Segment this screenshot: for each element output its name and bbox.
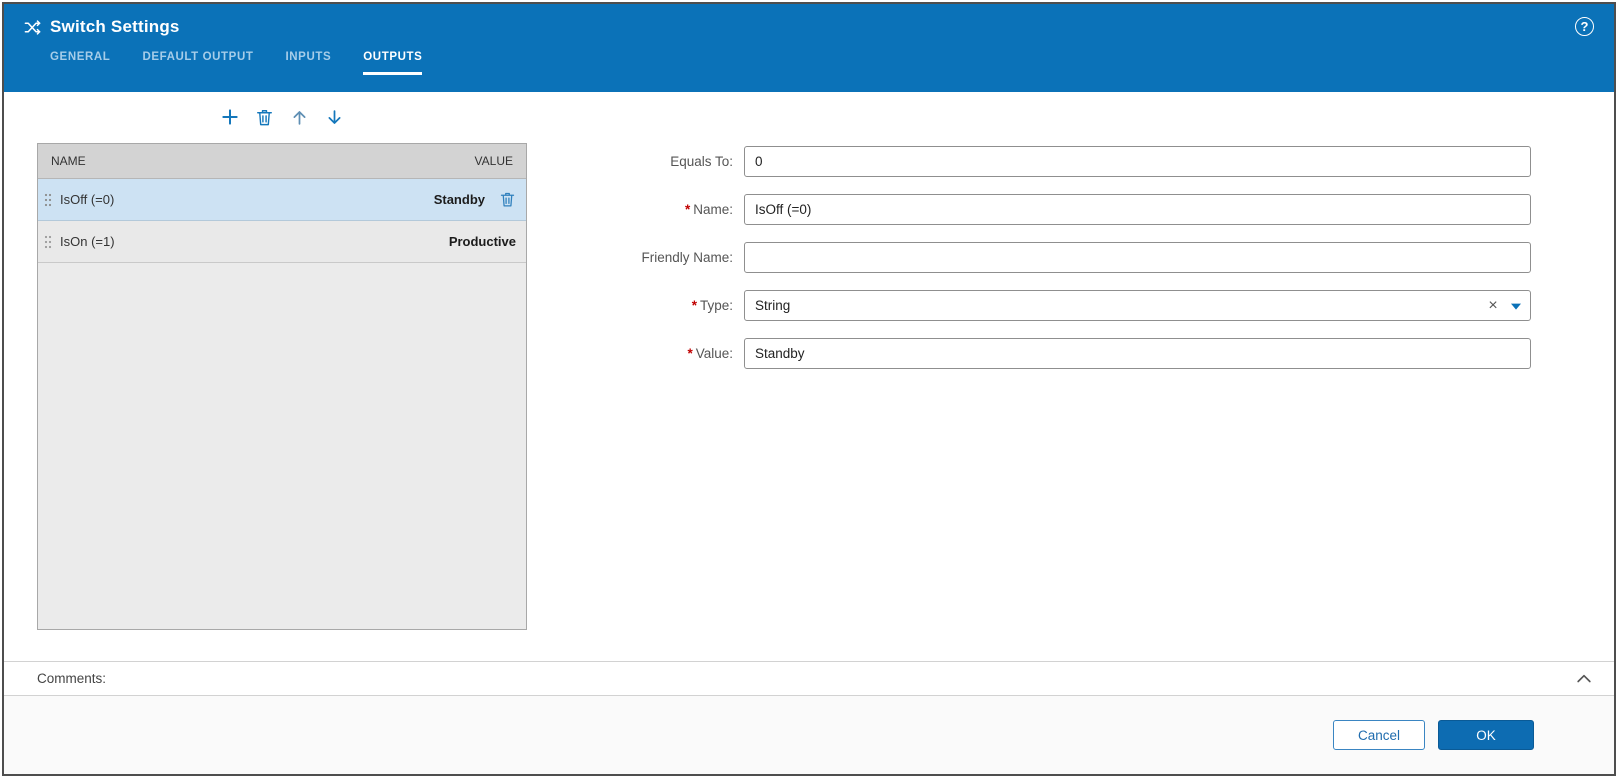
clear-icon[interactable]: × (1485, 297, 1501, 314)
switch-icon (24, 19, 41, 36)
type-select[interactable] (744, 290, 1531, 321)
cancel-button[interactable]: Cancel (1333, 720, 1425, 750)
form-row-value: * Value: (527, 338, 1531, 369)
dialog-header: Switch Settings ? GENERAL DEFAULT OUTPUT… (4, 4, 1614, 92)
ok-button[interactable]: OK (1438, 720, 1534, 750)
comments-label: Comments: (37, 671, 107, 686)
row-name: IsOn (=1) (60, 234, 115, 249)
equals-to-label: Equals To: (670, 154, 733, 169)
table-empty-area (38, 263, 526, 629)
tab-default-output[interactable]: DEFAULT OUTPUT (142, 51, 253, 75)
output-detail-form: Equals To: *Name: Friendly Name: *Type: (527, 92, 1614, 661)
name-input[interactable] (744, 194, 1531, 225)
form-row-type: *Type: × (527, 290, 1531, 321)
move-down-icon[interactable] (325, 107, 345, 127)
drag-handle-icon[interactable] (44, 192, 52, 208)
row-delete-icon[interactable] (499, 191, 516, 208)
row-value: Standby (433, 192, 485, 207)
tab-bar: GENERAL DEFAULT OUTPUT INPUTS OUTPUTS (50, 51, 1614, 75)
required-marker: * (687, 346, 693, 361)
move-up-icon[interactable] (290, 107, 310, 127)
friendly-name-label: Friendly Name: (641, 250, 733, 265)
table-row[interactable]: IsOff (=0) Standby (38, 179, 526, 221)
help-icon[interactable]: ? (1575, 17, 1594, 36)
type-label: * Type: (691, 298, 733, 313)
chevron-up-icon[interactable] (1574, 669, 1594, 689)
tab-inputs[interactable]: INPUTS (285, 51, 331, 75)
tab-general[interactable]: GENERAL (50, 51, 110, 75)
row-name: IsOff (=0) (60, 192, 115, 207)
table-header-row: NAME VALUE (38, 144, 526, 179)
required-marker: * (691, 298, 697, 313)
page-title: Switch Settings (50, 17, 180, 36)
tab-outputs[interactable]: OUTPUTS (363, 51, 423, 75)
outputs-table: NAME VALUE IsOff (=0) Standby IsOn (=1) … (37, 143, 527, 630)
chevron-down-icon[interactable] (1511, 303, 1521, 310)
row-value: Productive (448, 234, 516, 249)
friendly-name-input[interactable] (744, 242, 1531, 273)
value-input[interactable] (744, 338, 1531, 369)
delete-icon[interactable] (255, 107, 275, 127)
required-marker: * (684, 202, 691, 217)
form-row-name: * Name: (527, 194, 1531, 225)
equals-to-input[interactable] (744, 146, 1531, 177)
name-label: * Name: (684, 202, 733, 217)
value-label: * Value: (687, 346, 733, 361)
form-row-equals-to: Equals To: (527, 146, 1531, 177)
drag-handle-icon[interactable] (44, 234, 52, 250)
add-icon[interactable] (220, 107, 240, 127)
dialog-footer: Cancel OK (4, 696, 1614, 774)
column-header-name: NAME (51, 154, 86, 168)
form-row-friendly-name: Friendly Name: (527, 242, 1531, 273)
table-row[interactable]: IsOn (=1) Productive (38, 221, 526, 263)
switch-settings-dialog: Switch Settings ? GENERAL DEFAULT OUTPUT… (2, 2, 1616, 776)
main-content: NAME VALUE IsOff (=0) Standby IsOn (=1) … (4, 92, 1614, 661)
list-toolbar (37, 103, 527, 131)
outputs-list-panel: NAME VALUE IsOff (=0) Standby IsOn (=1) … (37, 92, 527, 661)
comments-section: Comments: (4, 661, 1614, 696)
column-header-value: VALUE (474, 154, 513, 168)
title-row: Switch Settings ? (4, 4, 1614, 37)
